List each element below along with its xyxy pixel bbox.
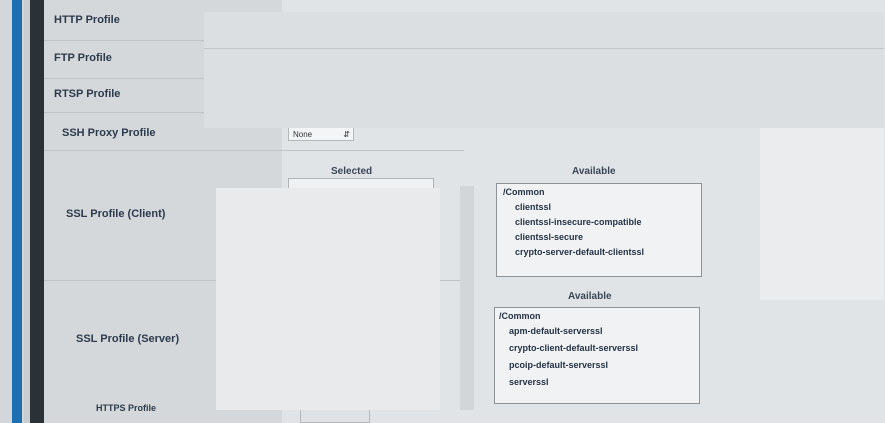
select-caret-icon: ⇵	[343, 130, 350, 139]
ssh-proxy-profile-label: SSH Proxy Profile	[62, 127, 156, 139]
https-profile-label: HTTPS Profile	[96, 403, 157, 413]
list-item[interactable]: clientssl-secure	[515, 232, 583, 242]
list-item[interactable]: pcoip-default-serverssl	[509, 360, 608, 370]
row-divider	[44, 150, 464, 151]
redacted-area	[204, 12, 884, 128]
list-item[interactable]: serverssl	[509, 377, 549, 387]
ssh-proxy-profile-select[interactable]: None ⇵	[288, 127, 354, 141]
rtsp-profile-label: RTSP Profile	[54, 88, 121, 100]
monitor-edge-accent	[12, 0, 22, 423]
client-available-listbox[interactable]: /Common clientssl clientssl-insecure-com…	[496, 183, 702, 277]
move-buttons-column	[460, 186, 474, 410]
list-item[interactable]: crypto-server-default-clientssl	[515, 247, 644, 257]
server-available-heading: Available	[568, 291, 612, 302]
ftp-profile-label: FTP Profile	[54, 52, 112, 64]
redacted-area	[760, 128, 884, 300]
list-group: /Common	[503, 187, 545, 197]
list-item[interactable]: apm-default-serverssl	[509, 326, 603, 336]
client-available-heading: Available	[572, 166, 616, 177]
client-selected-heading: Selected	[331, 166, 373, 177]
list-item[interactable]: clientssl	[515, 202, 551, 212]
ssh-proxy-selected-value: None	[293, 130, 313, 139]
list-group: /Common	[499, 311, 541, 321]
list-item[interactable]: clientssl-insecure-compatible	[515, 217, 642, 227]
ssl-profile-client-label: SSL Profile (Client)	[66, 208, 166, 220]
server-available-listbox[interactable]: /Common apm-default-serverssl crypto-cli…	[494, 307, 700, 404]
ssl-profile-server-label: SSL Profile (Server)	[76, 333, 180, 345]
http-profile-label: HTTP Profile	[54, 14, 120, 26]
redacted-area	[216, 188, 440, 410]
list-item[interactable]: crypto-client-default-serverssl	[509, 343, 638, 353]
